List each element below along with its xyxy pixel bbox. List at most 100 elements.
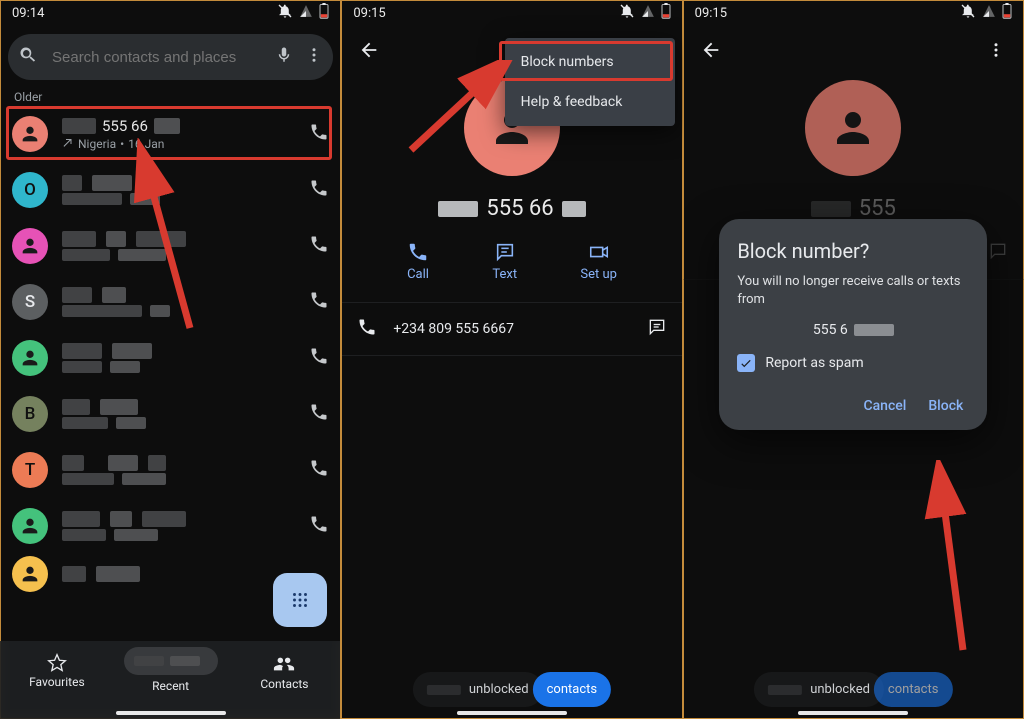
call-log-row[interactable]: B xyxy=(0,386,341,442)
status-icons xyxy=(619,3,671,23)
phone-entry-row[interactable]: +234 809 555 6667 xyxy=(341,302,682,356)
dialpad-fab[interactable] xyxy=(273,573,327,627)
action-text[interactable]: Text xyxy=(492,241,517,282)
nav-favourites[interactable]: Favourites xyxy=(1,653,114,689)
contact-actions: Call Text Set up xyxy=(341,241,682,296)
panel-recents: 09:14 xyxy=(0,0,341,719)
avatar-letter: S xyxy=(25,292,35,312)
mic-icon[interactable] xyxy=(275,46,293,68)
nav-label: Contacts xyxy=(260,677,308,691)
menu-help-feedback[interactable]: Help & feedback xyxy=(505,82,675,122)
action-call[interactable]: Call xyxy=(407,241,429,282)
call-icon[interactable] xyxy=(309,234,329,258)
home-indicator xyxy=(116,711,226,715)
checkbox-label: Report as spam xyxy=(765,355,863,371)
status-icons xyxy=(277,3,329,23)
panel-contact-detail: 09:15 555 66 xyxy=(341,0,682,719)
home-indicator xyxy=(457,711,567,715)
clock: 09:15 xyxy=(353,6,385,21)
action-label: Set up xyxy=(580,267,617,282)
dialog-backdrop: Block number? You will no longer receive… xyxy=(683,0,1024,719)
call-log-row[interactable]: 555 66 Nigeria • 16 Jan xyxy=(0,106,341,162)
snackbar-text: unblocked xyxy=(810,682,870,697)
avatar: B xyxy=(12,396,48,432)
dialog-title: Block number? xyxy=(737,239,969,263)
meta-sep: • xyxy=(120,137,124,151)
dialog-actions: Cancel Block xyxy=(737,394,969,420)
number-fragment: 555 66 xyxy=(102,117,148,135)
block-button[interactable]: Block xyxy=(928,398,963,414)
back-button[interactable] xyxy=(349,30,389,70)
meta-date: 16 Jan xyxy=(128,137,164,151)
outgoing-icon xyxy=(62,137,74,152)
avatar-letter: B xyxy=(25,404,36,424)
overflow-icon[interactable] xyxy=(305,46,323,68)
bottom-nav: Favourites Recent Contacts xyxy=(0,641,341,719)
call-log-row[interactable]: S xyxy=(0,274,341,330)
snackbar-cluster: unblocked contacts xyxy=(754,672,952,707)
avatar xyxy=(12,228,48,264)
battery-icon xyxy=(661,3,671,23)
call-icon[interactable] xyxy=(309,514,329,538)
action-label: Text xyxy=(492,267,517,282)
avatar-letter: O xyxy=(24,180,36,200)
cancel-button[interactable]: Cancel xyxy=(863,398,906,414)
nav-label: Favourites xyxy=(29,675,85,689)
dialog-number: 555 6 xyxy=(737,322,969,338)
status-bar: 09:15 xyxy=(341,0,682,26)
call-icon[interactable] xyxy=(309,290,329,314)
report-spam-row[interactable]: Report as spam xyxy=(737,354,969,372)
battery-icon xyxy=(319,3,329,23)
menu-block-numbers[interactable]: Block numbers xyxy=(505,42,675,82)
status-bar: 09:14 xyxy=(0,0,341,26)
snackbar: unblocked xyxy=(413,672,543,707)
block-dialog: Block number? You will no longer receive… xyxy=(719,219,987,430)
avatar: O xyxy=(12,172,48,208)
avatar xyxy=(12,116,48,152)
avatar: T xyxy=(12,452,48,488)
meta-location: Nigeria xyxy=(78,137,116,151)
number-fragment: 555 6 xyxy=(813,322,848,338)
call-log-row[interactable] xyxy=(0,330,341,386)
contact-number-title: 555 66 xyxy=(438,196,585,221)
nav-contacts[interactable]: Contacts xyxy=(228,653,341,691)
call-icon[interactable] xyxy=(309,178,329,202)
contacts-chip[interactable]: contacts xyxy=(874,672,953,707)
checkbox-checked-icon[interactable] xyxy=(737,354,755,372)
number-fragment: 555 66 xyxy=(486,196,553,221)
contacts-chip[interactable]: contacts xyxy=(533,672,612,707)
signal-icon xyxy=(299,4,313,22)
avatar xyxy=(12,340,48,376)
action-setup[interactable]: Set up xyxy=(580,241,617,282)
overflow-menu: Block numbers Help & feedback xyxy=(505,38,675,126)
call-log-row[interactable] xyxy=(0,218,341,274)
panel-block-dialog: 09:15 555 xyxy=(683,0,1024,719)
call-log-row[interactable]: O xyxy=(0,162,341,218)
avatar: S xyxy=(12,284,48,320)
search-bar[interactable] xyxy=(8,34,333,80)
avatar xyxy=(12,556,48,592)
snackbar: unblocked xyxy=(754,672,884,707)
home-indicator xyxy=(798,711,908,715)
call-icon[interactable] xyxy=(309,122,329,146)
call-log-row[interactable]: T xyxy=(0,442,341,498)
call-log-row[interactable] xyxy=(0,498,341,554)
avatar xyxy=(12,508,48,544)
section-older: Older xyxy=(14,90,341,104)
clock: 09:14 xyxy=(12,6,44,21)
avatar-letter: T xyxy=(25,460,35,480)
dialog-body: You will no longer receive calls or text… xyxy=(737,273,969,308)
call-log-list: 555 66 Nigeria • 16 Jan xyxy=(0,106,341,592)
call-icon[interactable] xyxy=(309,346,329,370)
nav-recent[interactable]: Recent xyxy=(114,653,227,693)
snackbar-cluster: unblocked contacts xyxy=(413,672,611,707)
nav-label: Recent xyxy=(152,679,189,693)
signal-icon xyxy=(641,4,655,22)
search-input[interactable] xyxy=(50,48,263,67)
snackbar-text: unblocked xyxy=(469,682,529,697)
search-icon xyxy=(18,45,38,69)
call-icon[interactable] xyxy=(309,402,329,426)
call-icon[interactable] xyxy=(309,458,329,482)
action-label: Call xyxy=(407,267,429,282)
message-icon[interactable] xyxy=(647,317,667,341)
